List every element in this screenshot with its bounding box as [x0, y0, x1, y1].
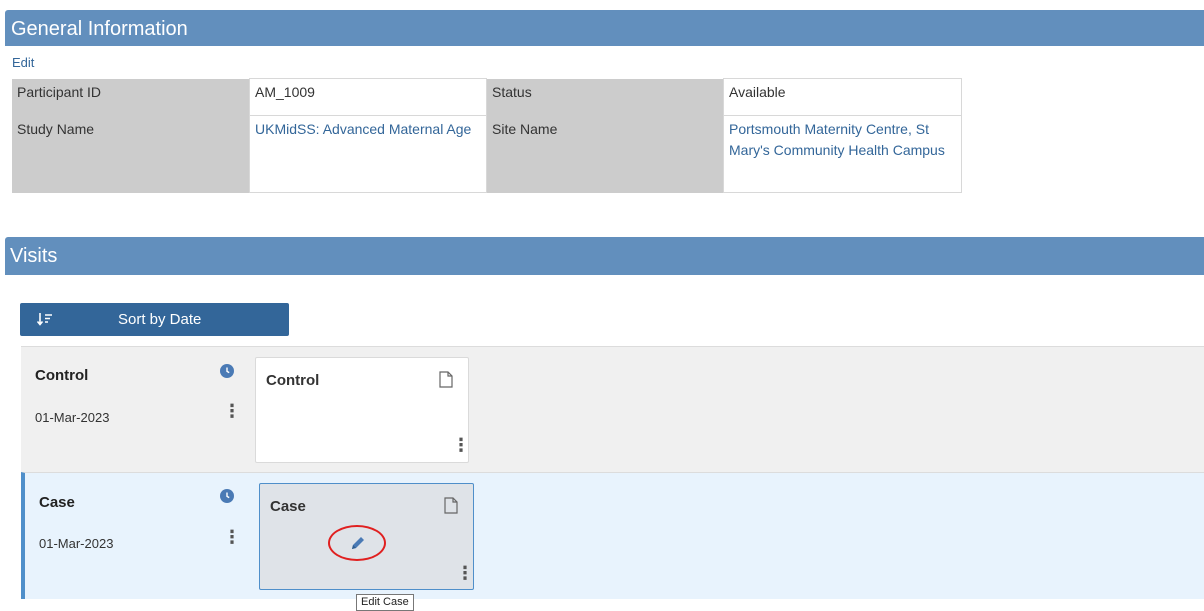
visit-name: Case: [39, 494, 75, 511]
sort-by-date-button[interactable]: Sort by Date: [20, 303, 289, 336]
sort-descending-icon: [36, 312, 53, 330]
highlight-circle: [328, 525, 386, 561]
section-title: Visits: [10, 245, 58, 267]
clock-icon[interactable]: [220, 489, 234, 503]
study-name-value[interactable]: UKMidSS: Advanced Maternal Age: [249, 115, 487, 193]
document-icon: [444, 497, 458, 519]
table-row: Study Name UKMidSS: Advanced Maternal Ag…: [12, 115, 962, 193]
general-information-header: General Information: [5, 10, 1204, 46]
visit-date: 01-Mar-2023: [39, 536, 114, 551]
visit-menu-icon[interactable]: ⋮: [223, 402, 241, 420]
visit-name: Control: [35, 367, 89, 384]
visit-date: 01-Mar-2023: [35, 410, 110, 425]
table-row: Participant ID AM_1009 Status Available: [12, 78, 962, 116]
visit-row-case[interactable]: Case 01-Mar-2023 ⋮ Case ⋮: [21, 472, 1204, 599]
study-name-label: Study Name: [12, 115, 250, 193]
site-name-value[interactable]: Portsmouth Maternity Centre, St Mary's C…: [723, 115, 962, 193]
visit-card-control[interactable]: Control ⋮: [255, 357, 470, 463]
participant-id-value: AM_1009: [249, 78, 487, 116]
card-title: Case: [270, 498, 306, 515]
section-title: General Information: [11, 18, 188, 40]
visit-row-control[interactable]: Control 01-Mar-2023 ⋮ Control ⋮: [21, 346, 1204, 472]
status-label: Status: [486, 78, 724, 116]
card-menu-icon[interactable]: ⋮: [452, 436, 470, 454]
clock-icon[interactable]: [220, 364, 234, 378]
document-icon: [439, 371, 453, 393]
card-menu-icon[interactable]: ⋮: [456, 564, 474, 582]
status-value: Available: [723, 78, 962, 116]
general-info-table: Participant ID AM_1009 Status Available …: [12, 78, 962, 193]
edit-case-tooltip: Edit Case: [356, 594, 414, 611]
visits-header: Visits: [5, 237, 1204, 275]
site-name-label: Site Name: [486, 115, 724, 193]
sort-button-label: Sort by Date: [118, 311, 202, 328]
edit-link[interactable]: Edit: [12, 55, 34, 70]
pencil-icon[interactable]: [350, 535, 366, 556]
card-title: Control: [266, 372, 320, 389]
visit-menu-icon[interactable]: ⋮: [223, 528, 241, 546]
participant-id-label: Participant ID: [12, 78, 250, 116]
visit-card-case[interactable]: Case ⋮: [259, 483, 474, 590]
